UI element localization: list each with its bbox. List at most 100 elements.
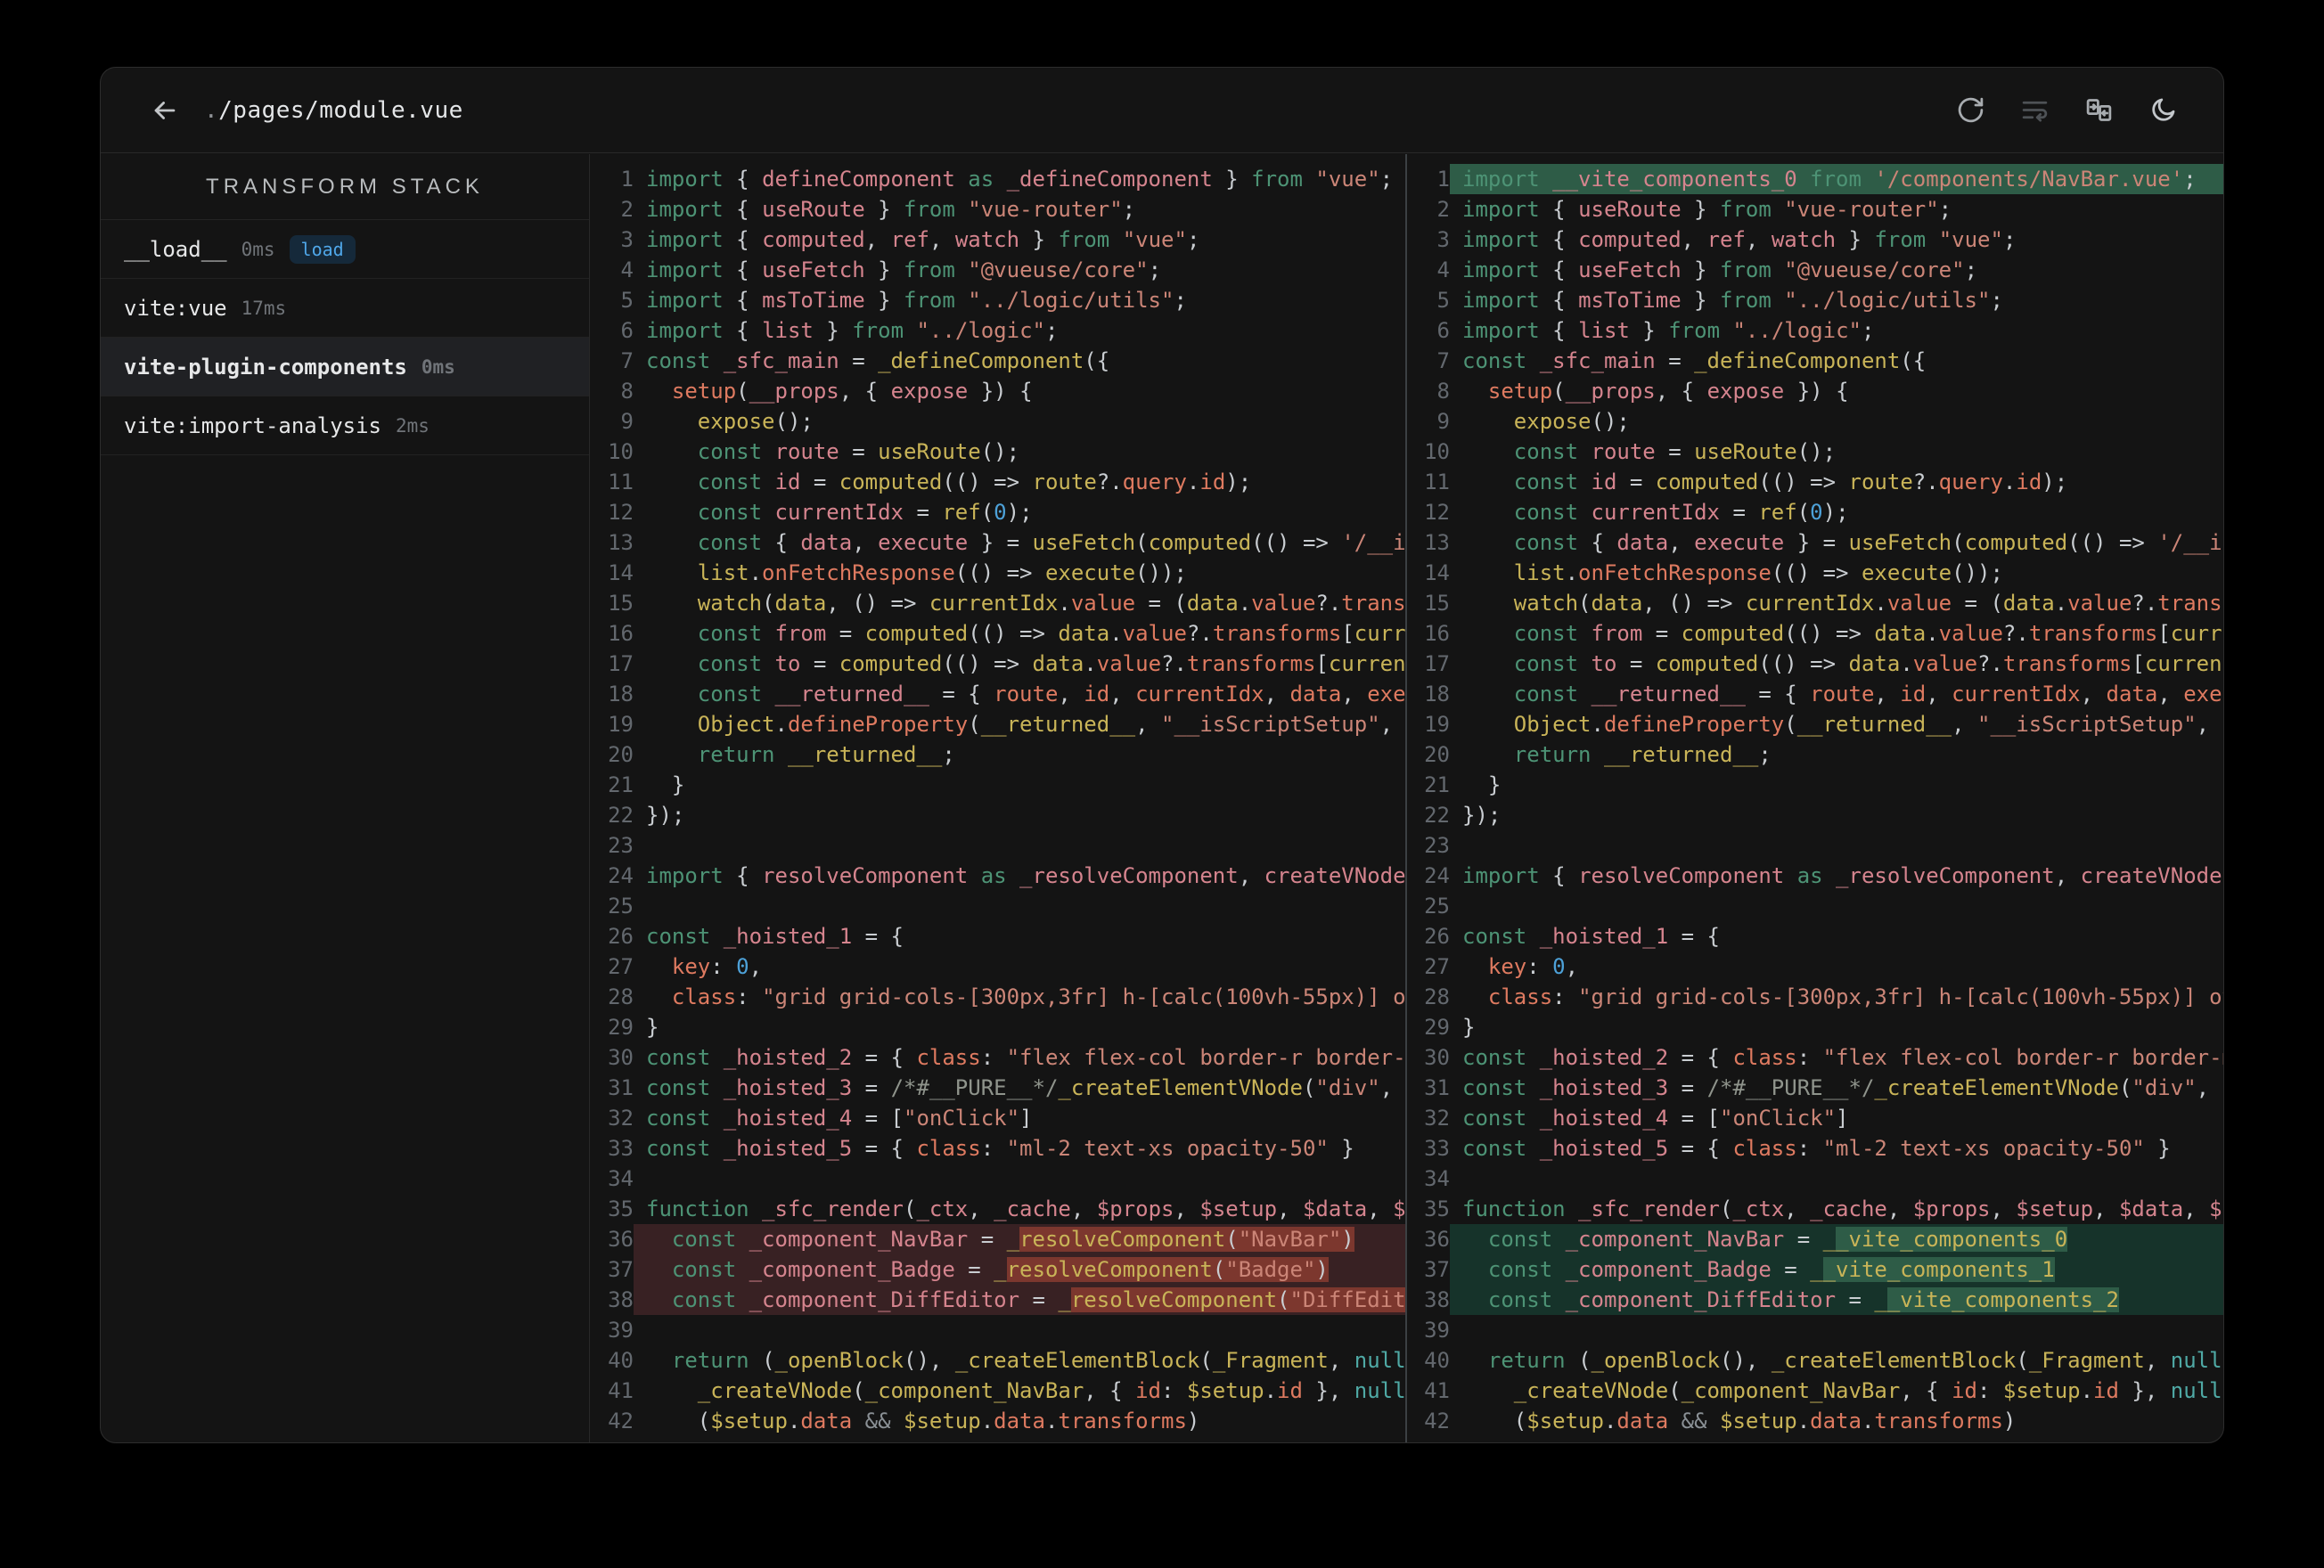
code-line: 14 list.onFetchResponse(() => execute())… [591,558,1405,588]
code-text: return __returned__; [1513,742,1772,767]
code-text: _createVNode(_component_NavBar, { id: $s… [1513,1378,2223,1403]
line-number: 39 [608,1318,634,1343]
code-text: setup(__props, { expose }) { [671,379,1033,404]
code-text: import { computed, ref, watch } from "vu… [646,227,1200,252]
code-text: const route = useRoute(); [1513,439,1837,464]
line-number: 22 [608,803,634,828]
code-text: const _component_DiffEditor = __vite_com… [1450,1285,2223,1315]
code-text: import { list } from "../logic"; [646,318,1059,343]
plugin-name: vite:vue [124,295,227,321]
code-line: 6 import { list } from "../logic"; [591,315,1405,346]
code-text: } [1462,1015,1476,1040]
code-line: 35 function _sfc_render(_ctx, _cache, $pr… [1407,1194,2223,1224]
code-line: 5 import { msToTime } from "../logic/util… [591,285,1405,315]
line-number: 40 [608,1348,634,1373]
code-line: 24 import { resolveComponent as _resolveC… [1407,861,2223,891]
code-line: 40 return (_openBlock(), _createElementB… [1407,1345,2223,1376]
plugin-time: 0ms [241,238,275,260]
line-number: 41 [1424,1378,1450,1403]
code-line: 20 return __returned__; [1407,739,2223,770]
line-number: 33 [1424,1136,1450,1161]
code-text: const _sfc_main = _defineComponent({ [646,348,1110,373]
code-text: return __returned__; [697,742,955,767]
line-number: 31 [1424,1075,1450,1100]
code-text: list.onFetchResponse(() => execute()); [697,560,1187,585]
diff-view: 1 import { defineComponent as _defineComp… [591,154,2223,1442]
diff-panel-after[interactable]: 1 import __vite_components_0 from '/compo… [1407,154,2223,1442]
line-number: 16 [1424,621,1450,646]
code-line: 23 [591,830,1405,861]
code-text: const _hoisted_3 = /*#__PURE__*/_createE… [1462,1075,2223,1100]
code-line: 18 const __returned__ = { route, id, cur… [1407,679,2223,709]
code-text: const _hoisted_1 = { [1462,924,1720,949]
line-number: 41 [608,1378,634,1403]
theme-toggle[interactable] [2147,94,2179,127]
code-text: const _hoisted_2 = { class: "flex flex-c… [646,1045,1405,1070]
line-number: 1 [1436,167,1450,192]
code-text: const _component_Badge = __vite_componen… [1450,1254,2223,1285]
line-number: 22 [1424,803,1450,828]
code-line: 25 [591,891,1405,921]
plugin-name: vite:import-analysis [124,412,381,438]
line-number: 35 [608,1196,634,1221]
line-number: 15 [1424,591,1450,616]
sidebar-item-vite-vue[interactable]: vite:vue 17ms [101,279,589,338]
arrow-left-icon [154,101,176,119]
line-number: 17 [608,651,634,676]
code-text: const _component_NavBar = _resolveCompon… [634,1224,1405,1254]
line-number: 21 [608,772,634,797]
code-line: 30 const _hoisted_2 = { class: "flex flex… [1407,1042,2223,1073]
line-number: 18 [608,682,634,706]
code-text: expose(); [1513,409,1630,434]
code-line: 11 const id = computed(() => route?.quer… [591,467,1405,497]
sidebar-item-vite-import-analysis[interactable]: vite:import-analysis 2ms [101,396,589,455]
refresh-button[interactable] [1954,94,1986,127]
code-line: 7 const _sfc_main = _defineComponent({ [1407,346,2223,376]
code-text: function _sfc_render(_ctx, _cache, $prop… [646,1196,1405,1221]
line-number: 3 [1436,227,1450,252]
code-text: expose(); [697,409,814,434]
line-number: 29 [1424,1015,1450,1040]
sidebar-item-load[interactable]: __load__ 0ms load [101,220,589,279]
code-line: 4 import { useFetch } from "@vueuse/core"… [591,255,1405,285]
code-text: const from = computed(() => data.value?.… [1513,621,2223,646]
code-text: list.onFetchResponse(() => execute()); [1513,560,2003,585]
code-text: class: "grid grid-cols-[300px,3fr] h-[ca… [1487,984,2223,1009]
line-number: 12 [1424,500,1450,525]
line-number: 30 [608,1045,634,1070]
line-number: 7 [1436,348,1450,373]
code-text: import { msToTime } from "../logic/utils… [1462,288,2003,313]
code-line: 28 class: "grid grid-cols-[300px,3fr] h-… [1407,982,2223,1012]
line-number: 2 [1436,197,1450,222]
code-text: import { useRoute } from "vue-router"; [1462,197,1952,222]
code-line: 2 import { useRoute } from "vue-router"; [591,194,1405,225]
code-line: 13 const { data, execute } = useFetch(co… [1407,527,2223,558]
back-button[interactable] [147,93,183,128]
sidebar-item-vite-plugin-components[interactable]: vite-plugin-components 0ms [101,338,589,396]
code-text: class: "grid grid-cols-[300px,3fr] h-[ca… [671,984,1405,1009]
code-text: key: 0, [1487,954,1579,979]
line-number: 38 [608,1287,634,1312]
line-number: 13 [608,530,634,555]
wrap-lines-toggle[interactable] [2018,94,2050,127]
code-line: 3 import { computed, ref, watch } from "v… [591,225,1405,255]
code-line: 20 return __returned__; [591,739,1405,770]
code-line: 12 const currentIdx = ref(0); [591,497,1405,527]
code-line: 42 ($setup.data && $setup.data.transform… [1407,1406,2223,1436]
line-number: 9 [1436,409,1450,434]
plugin-time: 2ms [395,414,430,437]
code-line: 38 const _component_DiffEditor = _resolv… [591,1285,1405,1315]
code-line: 18 const __returned__ = { route, id, cur… [591,679,1405,709]
line-number: 14 [608,560,634,585]
code-text: import { msToTime } from "../logic/utils… [646,288,1187,313]
code-line: 35 function _sfc_render(_ctx, _cache, $pr… [591,1194,1405,1224]
code-line: 4 import { useFetch } from "@vueuse/core"… [1407,255,2223,285]
code-line: 3 import { computed, ref, watch } from "v… [1407,225,2223,255]
split-diff-toggle[interactable] [2083,94,2115,127]
line-number: 23 [1424,833,1450,858]
diff-panel-before[interactable]: 1 import { defineComponent as _defineComp… [591,154,1407,1442]
code-line: 34 [591,1164,1405,1194]
